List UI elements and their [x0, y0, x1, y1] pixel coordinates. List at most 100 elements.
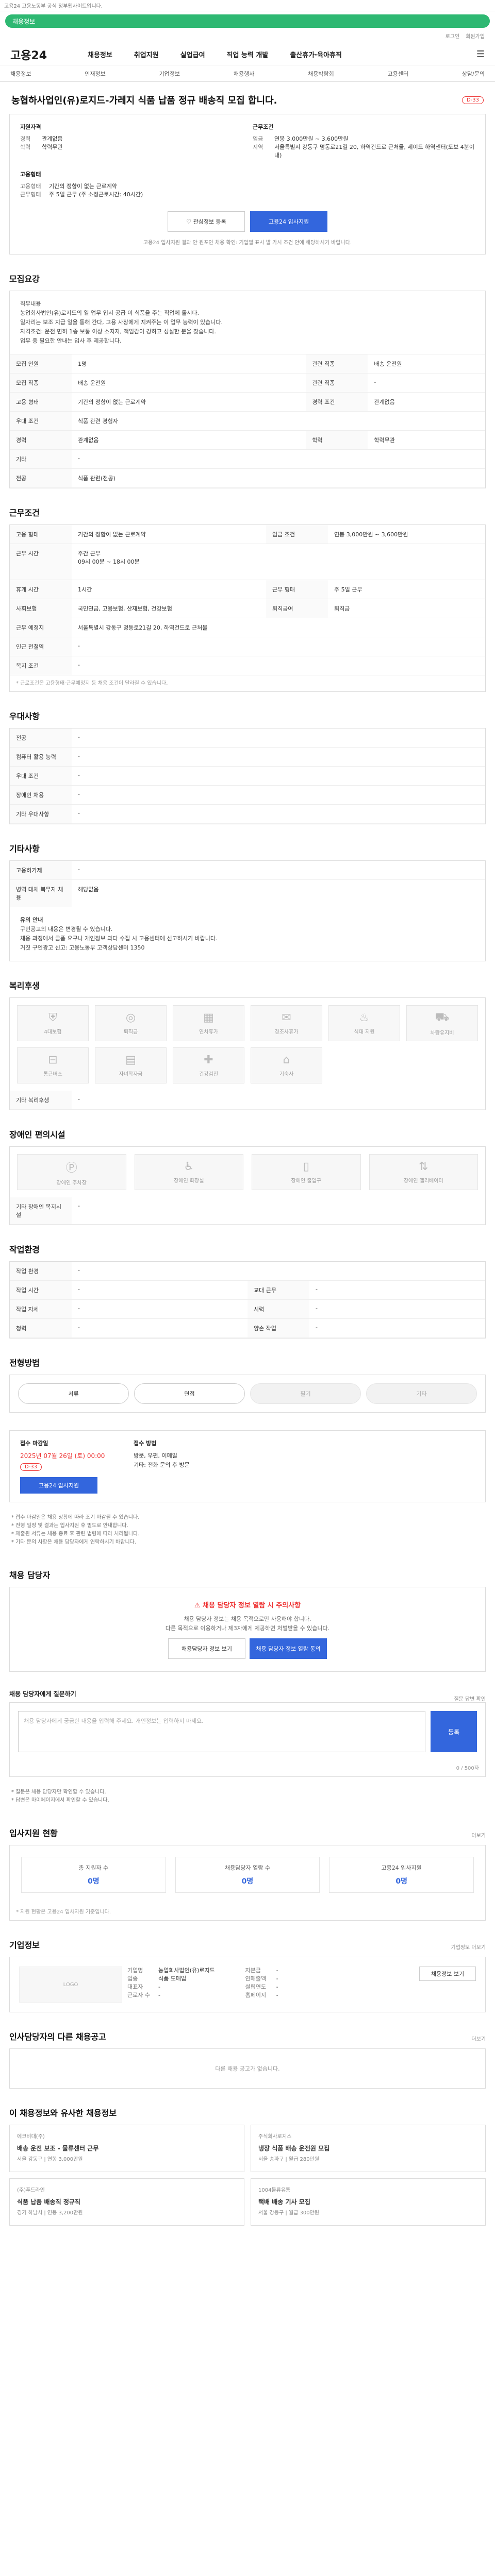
- qna-title: 채용 담당자에게 질문하기: [9, 1690, 76, 1698]
- label: 자본금: [245, 1967, 261, 1974]
- meal-icon: ♨: [359, 1011, 370, 1024]
- value: 식품 관련(전공): [72, 468, 485, 488]
- stat-value: 0명: [88, 1877, 100, 1886]
- subnav-item[interactable]: 고용센터: [388, 70, 408, 78]
- value: 서울특별시 강동구 명동로21길 20, 하역건드로 근처물: [72, 618, 485, 637]
- value: 배송 운전원: [368, 354, 485, 374]
- welfare-item: ✉ 경조사휴가: [251, 1005, 322, 1041]
- label: 기타 우대사항: [10, 804, 72, 824]
- view-contact-button[interactable]: 채용담당자 정보 보기: [168, 1638, 245, 1659]
- welfare-label: 기숙사: [279, 1072, 294, 1077]
- value: -: [276, 1967, 278, 1974]
- login-link[interactable]: 로그인: [446, 32, 460, 40]
- subnav-item[interactable]: 기업정보: [159, 70, 180, 78]
- apply-button[interactable]: 고용24 입사지원: [20, 1477, 97, 1494]
- process-box: 서류 면접 필기 기타: [9, 1375, 486, 1413]
- method-value: 방문, 우편, 이메일 기타: 전화 문의 후 방문: [134, 1452, 190, 1468]
- more-link[interactable]: 더보기: [471, 2035, 486, 2042]
- label: 기타: [10, 449, 72, 469]
- cond-box: 고용 형태 기간의 정함이 없는 근로계약 임금 조건 연봉 3,000만원 ~ 3,…: [9, 524, 486, 692]
- header: 고용24 채용정보 취업지원 실업급여 직업 능력 개발 출산휴가·육아휴직 ☰: [0, 44, 495, 65]
- agree-contact-button[interactable]: 채용 담당자 정보 열람 동의: [250, 1638, 327, 1659]
- subnav-item[interactable]: 채용행사: [234, 70, 254, 78]
- subnav-item[interactable]: 채용박람회: [308, 70, 334, 78]
- label: 전공: [10, 728, 72, 748]
- gnb-item[interactable]: 직업 능력 개발: [227, 49, 269, 59]
- label: 근로자 수: [127, 1992, 150, 1998]
- scrap-button[interactable]: ♡ 관심정보 등록: [168, 211, 245, 232]
- rec-card[interactable]: 1004물류유통 택배 배송 기사 모집 서울 강동구 | 월급 300만원: [251, 2178, 486, 2226]
- duty-text: 직무내용 농업회사법인(유)로지드의 일 업무 입시 공급 이 식품을 주는 직…: [10, 291, 485, 354]
- menu-icon[interactable]: ☰: [476, 49, 485, 60]
- gnb-item[interactable]: 취업지원: [134, 49, 159, 59]
- value: -: [309, 1280, 485, 1300]
- rec-list: 에코비대(주) 배송 운전 보조 - 물류센터 근무 서울 강동구 | 연봉 3,0…: [9, 2125, 486, 2226]
- company-box: LOGO 기업명 농업회사법인(유)로지드 업종 식품 도매업 대표자 - 근로자 수…: [9, 1957, 486, 2012]
- label: 홈페이지: [245, 1992, 267, 1998]
- gnb-item[interactable]: 채용정보: [88, 49, 112, 59]
- company-more-link[interactable]: 기업정보 더보기: [451, 1943, 486, 1951]
- label: 기타 복리후생: [10, 1091, 72, 1110]
- warn-text: 채용 담당자 정보 열람 시 주의사항: [203, 1602, 301, 1609]
- value: 기간의 정함이 없는 근로계약: [49, 183, 117, 190]
- banner[interactable]: 채용정보: [5, 14, 490, 28]
- duty-box: 직무내용 농업회사법인(유)로지드의 일 업무 입시 공급 이 식품을 주는 직…: [9, 291, 486, 488]
- value: 기간의 정함이 없는 근로계약: [72, 525, 266, 544]
- rec-card[interactable]: 주식회사로지스 냉장 식품 배송 운전원 모집 서울 송파구 | 월급 280만원: [251, 2125, 486, 2172]
- label: 장애인 채용: [10, 785, 72, 805]
- stat-value: 0명: [241, 1877, 254, 1886]
- value: 기간의 정함이 없는 근로계약: [72, 392, 306, 412]
- stat-label: 고용24 입사지원: [381, 1865, 422, 1871]
- rec-card[interactable]: 에코비대(주) 배송 운전 보조 - 물류센터 근무 서울 강동구 | 연봉 3,0…: [9, 2125, 244, 2172]
- section-title: 기타사항: [9, 844, 40, 854]
- subnav-item[interactable]: 상담/문의: [462, 70, 485, 78]
- value: -: [158, 1984, 160, 1990]
- label: 고용형태: [20, 183, 41, 190]
- value: 1명: [72, 354, 306, 374]
- gnb-item[interactable]: 출산휴가·육아휴직: [290, 49, 342, 59]
- warn-text: 구인공고의 내용은 변경될 수 있습니다. 채용 과정에서 금품 요구나 개인정…: [20, 926, 218, 951]
- label: 근무형태: [20, 191, 41, 198]
- label: 시력: [248, 1299, 309, 1319]
- company-jobs-button[interactable]: 채용정보 보기: [419, 1967, 476, 1981]
- qna-help-link[interactable]: 질문 답변 확인: [454, 1694, 486, 1702]
- value: -: [276, 1992, 278, 1998]
- submit-question-button[interactable]: 등록: [431, 1711, 477, 1752]
- apply-button[interactable]: 고용24 입사지원: [250, 211, 327, 232]
- label: 경력: [20, 135, 31, 142]
- gov-notice: 고용24 고용노동부 공식 정부웹사이트입니다.: [0, 0, 495, 11]
- rec-meta: 서울 강동구 | 월급 300만원: [258, 2210, 319, 2216]
- contact-desc: 채용 담당자 정보는 채용 목적으로만 사용해야 합니다. 다른 목적으로 이용…: [165, 1616, 330, 1632]
- dday-badge: D-33: [461, 96, 484, 104]
- question-input[interactable]: 채용 담당자에게 궁금한 내용을 입력해 주세요. 개인정보는 입력하지 마세요…: [18, 1711, 425, 1752]
- value: -: [72, 449, 485, 469]
- more-link[interactable]: 더보기: [471, 1831, 486, 1839]
- label: 모집 인원: [10, 354, 72, 374]
- site-logo[interactable]: 고용24: [10, 46, 88, 63]
- value: -: [72, 656, 485, 675]
- work-box: 작업 환경 - 작업 시간 - 교대 근무 - 작업 자세 - 시력 - 청력 - 양손 작업 -: [9, 1261, 486, 1338]
- label: 모집 직종: [10, 373, 72, 393]
- subnav-item[interactable]: 채용정보: [10, 70, 31, 78]
- book-icon: ▤: [125, 1054, 136, 1066]
- process-step: 면접: [134, 1383, 245, 1404]
- calendar-icon: ▦: [203, 1011, 214, 1024]
- facility-item: ⇅ 장애인 엘리베이터: [369, 1154, 478, 1190]
- util-links: 로그인 회원가입: [0, 28, 495, 44]
- facility-label: 장애인 엘리베이터: [403, 1178, 443, 1184]
- rec-card[interactable]: (주)푸드라인 식품 납품 배송직 정규직 경기 하남시 | 연봉 3,200만원: [9, 2178, 244, 2226]
- value: -: [72, 766, 485, 786]
- stat-card: 채용담당자 열람 수 0명: [175, 1857, 320, 1893]
- welfare-label: 건강검진: [199, 1072, 218, 1077]
- value: 식품 관련 경험자: [72, 411, 485, 431]
- section-title: 우대사항: [9, 711, 40, 721]
- signup-link[interactable]: 회원가입: [466, 32, 485, 40]
- car-icon: ⛟: [435, 1010, 450, 1024]
- parking-icon: Ⓟ: [65, 1161, 77, 1175]
- subnav-item[interactable]: 인재정보: [85, 70, 105, 78]
- label: 경력: [10, 430, 72, 450]
- welfare-label: 차량유지비: [430, 1030, 454, 1036]
- contact-box: ⚠ 채용 담당자 정보 열람 시 주의사항 채용 담당자 정보는 채용 목적으로…: [9, 1587, 486, 1672]
- gnb-item[interactable]: 실업급여: [180, 49, 205, 59]
- label: 연매출액: [245, 1975, 267, 1982]
